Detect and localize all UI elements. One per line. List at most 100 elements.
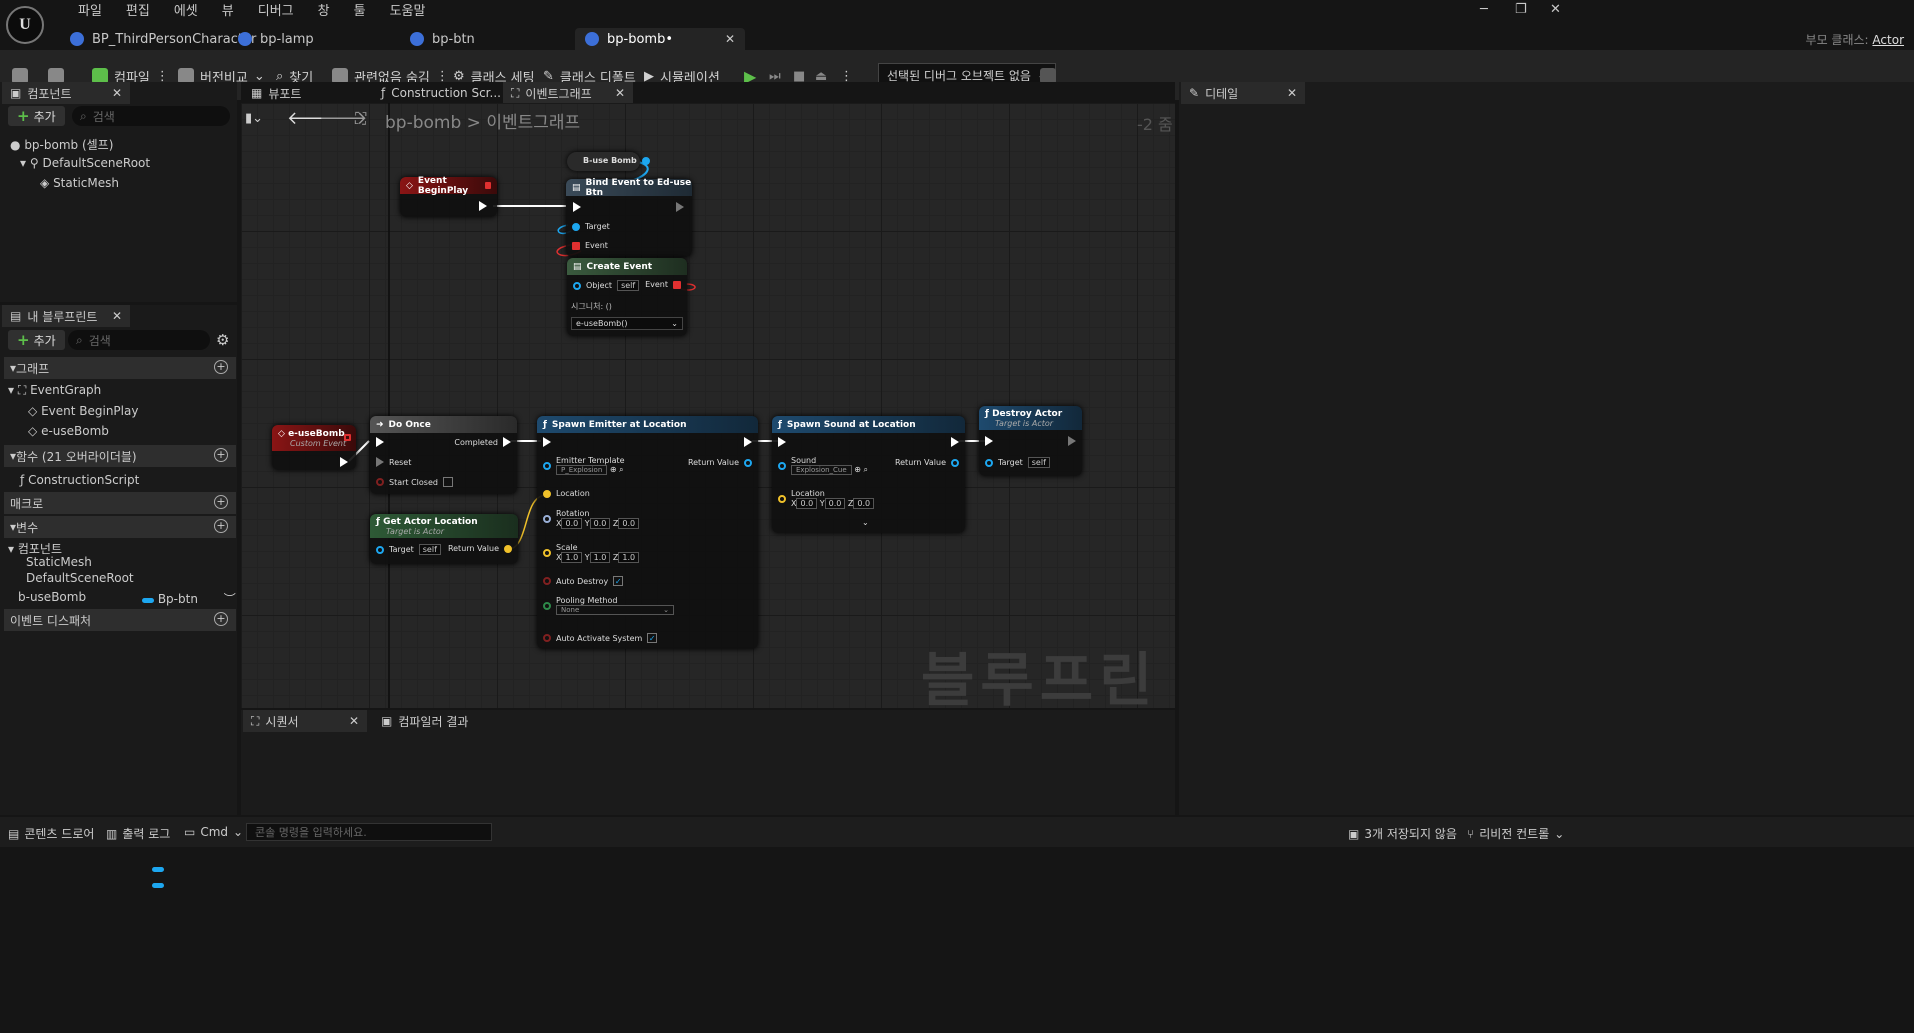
variable-b-use-bomb[interactable]: b-useBomb (18, 590, 86, 604)
scale-y-field[interactable]: 1.0 (589, 552, 611, 563)
pin-event-out[interactable] (673, 280, 681, 289)
pin-start-closed[interactable] (376, 478, 384, 486)
emitter-template-select[interactable]: P_Explosion (556, 465, 608, 475)
window-close-button[interactable]: ✕ (1550, 2, 1561, 17)
components-tab[interactable]: ▣ 컴포넌트 ✕ (2, 82, 130, 104)
rotation-y-field[interactable]: 0.0 (589, 518, 611, 529)
menu-edit[interactable]: 편집 (114, 3, 162, 21)
auto-destroy-checkbox[interactable]: ✓ (613, 576, 624, 586)
tree-item-construction-script[interactable]: ƒ ConstructionScript (20, 473, 139, 487)
menu-help[interactable]: 도움말 (378, 3, 438, 21)
add-function-icon[interactable]: + (214, 448, 228, 462)
menu-asset[interactable]: 에셋 (162, 3, 210, 21)
tab-bp-lamp[interactable]: bp-lamp (228, 28, 324, 50)
section-graphs[interactable]: ▾ 그래프 + (4, 357, 236, 379)
function-select[interactable]: e-useBomb() ⌄ (571, 317, 683, 330)
close-icon[interactable]: ✕ (112, 86, 122, 100)
pin-exec-in[interactable] (778, 437, 786, 447)
add-macro-icon[interactable]: + (214, 495, 228, 509)
pin-event[interactable] (572, 241, 580, 250)
pin-exec-in[interactable] (543, 437, 551, 447)
pin-exec-in[interactable] (376, 437, 384, 447)
pin-target[interactable] (376, 545, 384, 554)
section-functions[interactable]: ▾ 함수 (21 오버라이더블) + (4, 445, 236, 467)
pin-auto-destroy[interactable] (543, 577, 551, 585)
menu-file[interactable]: 파일 (66, 3, 114, 21)
pin-return-value[interactable] (744, 458, 752, 467)
pin-object[interactable] (573, 281, 581, 290)
menu-tools[interactable]: 툴 (342, 3, 378, 21)
blueprint-search-input[interactable]: ⌕ 검색 (68, 330, 210, 350)
pin-exec-out[interactable] (340, 457, 348, 467)
eye-icon[interactable]: ︶ (224, 592, 236, 606)
browse-icon[interactable]: ⊕ ⌕ (610, 465, 624, 474)
close-icon[interactable]: ✕ (349, 714, 359, 728)
pin-location[interactable] (543, 489, 551, 498)
add-component-button[interactable]: + 추가 (8, 106, 65, 126)
variable-default-scene-root[interactable]: DefaultSceneRoot (26, 571, 134, 585)
pin-exec-in[interactable] (573, 202, 581, 212)
node-custom-event[interactable]: ◇ e-useBomb Custom Event (272, 425, 356, 470)
tree-item-event-graph[interactable]: ▾ ⛶ EventGraph (8, 383, 101, 398)
parent-class-link[interactable]: Actor (1872, 33, 1904, 47)
pin-delegate[interactable] (484, 182, 491, 189)
breadcrumb-root[interactable]: bp-bomb (385, 113, 461, 133)
tree-item-event-begin-play[interactable]: ◇ Event BeginPlay (28, 404, 138, 418)
self-value[interactable]: self (617, 280, 640, 291)
self-value[interactable]: self (418, 544, 441, 555)
pin-target[interactable] (985, 458, 993, 467)
sound-select[interactable]: Explosion_Cue (791, 465, 852, 475)
pin-auto-activate[interactable] (543, 634, 551, 642)
cmd-dropdown[interactable]: ▭ Cmd ⌄ (184, 825, 243, 839)
tab-details[interactable]: ✎ 디테일 ✕ (1181, 82, 1305, 104)
tab-viewport[interactable]: ▦ 뷰포트 (243, 82, 309, 104)
event-graph-canvas[interactable]: ▮⌄ 🡐 🡒 ⛶ bp-bomb > 이벤트그래프 -2 줌 B-use Bom… (241, 103, 1175, 708)
pin-emitter-template[interactable] (543, 462, 551, 470)
rotation-z-field[interactable]: 0.0 (618, 518, 640, 529)
pin-exec-out[interactable] (479, 201, 487, 211)
pin-exec-in[interactable] (985, 436, 993, 446)
menu-view[interactable]: 뷰 (210, 3, 246, 21)
tab-bp-btn[interactable]: bp-btn (400, 28, 485, 50)
node-spawn-sound[interactable]: ƒ Spawn Sound at Location Sound Explosion_… (772, 416, 965, 533)
close-icon[interactable]: ✕ (112, 309, 122, 323)
node-destroy-actor[interactable]: ƒ Destroy Actor Target is Actor Target sel… (979, 406, 1082, 476)
location-z-field[interactable]: 0.0 (853, 498, 875, 509)
pin-rotation[interactable] (543, 515, 551, 523)
menu-window[interactable]: 창 (306, 3, 342, 21)
node-get-actor-location[interactable]: ƒ Get Actor Location Target is Actor Targ… (370, 514, 518, 564)
pin-output[interactable] (641, 156, 650, 165)
variable-type[interactable]: Bp-btn ︶ (142, 590, 236, 607)
scale-z-field[interactable]: 1.0 (618, 552, 640, 563)
content-drawer-button[interactable]: ▤ 콘텐츠 드로어 (8, 825, 94, 842)
pin-delegate[interactable] (344, 434, 351, 441)
tab-construction-script[interactable]: ƒ Construction Scr... (373, 82, 509, 104)
tree-item-static-mesh[interactable]: ◈ StaticMesh (40, 176, 119, 190)
node-do-once[interactable]: ➜ Do Once Completed Reset Start Closed (370, 416, 517, 494)
close-icon[interactable]: ✕ (725, 32, 735, 46)
pin-scale[interactable] (543, 549, 551, 557)
pin-pooling-method[interactable] (543, 602, 551, 610)
gear-icon[interactable]: ⚙ (216, 331, 229, 349)
pin-exec-out[interactable] (1068, 436, 1076, 446)
location-y-field[interactable]: 0.0 (824, 498, 846, 509)
pin-exec-out[interactable] (676, 202, 684, 212)
self-value[interactable]: self (1027, 457, 1050, 468)
unreal-logo-icon[interactable]: U (6, 6, 44, 44)
tab-compiler-results[interactable]: ▣ 컴파일러 결과 (373, 710, 476, 732)
tab-bp-bomb[interactable]: bp-bomb• ✕ (575, 28, 745, 50)
close-icon[interactable]: ✕ (615, 86, 625, 100)
tree-item-default-scene-root[interactable]: ▾ ⚲ DefaultSceneRoot (20, 156, 150, 170)
pooling-method-select[interactable]: None ⌄ (556, 605, 674, 615)
pin-reset[interactable] (376, 457, 384, 467)
pin-exec-out[interactable] (744, 437, 752, 447)
node-spawn-emitter[interactable]: ƒ Spawn Emitter at Location Emitter Templ… (537, 416, 758, 649)
component-search-input[interactable]: ⌕ 검색 (72, 106, 230, 126)
console-input[interactable]: 콘솔 명령을 입력하세요. (246, 823, 492, 841)
start-closed-checkbox[interactable] (442, 477, 453, 487)
expand-arrow-icon[interactable]: ⌄ (862, 518, 869, 527)
location-x-field[interactable]: 0.0 (796, 498, 818, 509)
tab-event-graph[interactable]: ⛶ 이벤트그래프 ✕ (503, 82, 633, 104)
node-bind-event[interactable]: ▤ Bind Event to Ed-use Btn Target Event (566, 178, 692, 257)
section-dispatchers[interactable]: 이벤트 디스패처 + (4, 609, 236, 631)
